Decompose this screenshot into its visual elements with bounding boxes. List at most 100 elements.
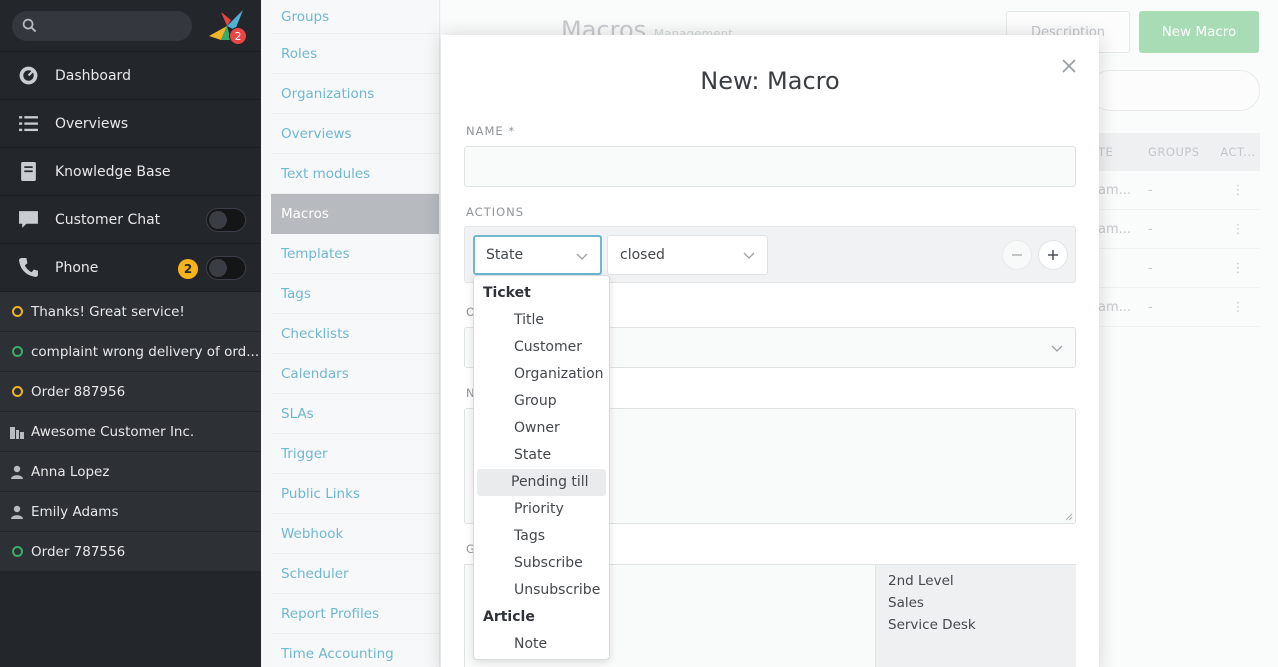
nav-item-label: Overviews [55,115,129,132]
task-item[interactable]: Order 787556 [0,532,261,572]
main-navigation: 2 Dashboard Overviews Knowledge Base Cus… [0,0,261,667]
book-icon [16,160,40,184]
phone-count-badge: 2 [178,259,198,279]
dropdown-option-group[interactable]: Group [477,388,606,415]
name-input[interactable] [464,146,1076,187]
action-value-select[interactable]: closed [607,235,768,275]
chevron-down-icon [743,252,755,259]
task-item[interactable]: Awesome Customer Inc. [0,412,261,452]
remove-action-button[interactable] [1002,240,1032,270]
phone-icon [16,256,40,280]
row-actions-icon[interactable]: ⋮ [1216,300,1260,315]
task-item[interactable]: Order 887956 [0,372,261,412]
settings-item-public-links[interactable]: Public Links [271,474,439,514]
name-label: NAME * [466,124,516,138]
settings-item-trigger[interactable]: Trigger [271,434,439,474]
settings-item-groups[interactable]: Groups [271,0,439,34]
nav-item-label: Customer Chat [55,211,161,228]
global-search-input[interactable] [12,10,192,41]
settings-item-report-profiles[interactable]: Report Profiles [271,594,439,634]
dropdown-group-ticket: Ticket [483,285,531,301]
settings-item-tags[interactable]: Tags [271,274,439,314]
settings-item-text-modules[interactable]: Text modules [271,154,439,194]
dropdown-option-state[interactable]: State [477,442,606,469]
customer-chat-toggle[interactable] [206,208,246,232]
action-attribute-select[interactable]: State [473,235,602,275]
nav-item-customer-chat[interactable]: Customer Chat [0,196,261,244]
task-label: Emily Adams [31,503,119,520]
add-action-button[interactable] [1038,240,1068,270]
row-actions-icon[interactable]: ⋮ [1216,261,1260,276]
dropdown-option-title[interactable]: Title [477,307,606,334]
list-icon [16,112,40,136]
table-row[interactable]: - ⋮ [1098,249,1260,288]
ticket-status-icon [10,305,24,319]
settings-item-templates[interactable]: Templates [271,234,439,274]
settings-item-scheduler[interactable]: Scheduler [271,554,439,594]
row-actions-icon[interactable]: ⋮ [1216,222,1260,237]
nav-item-phone[interactable]: Phone 2 [0,244,261,292]
nav-item-dashboard[interactable]: Dashboard [0,52,261,100]
settings-item-time-accounting[interactable]: Time Accounting [271,634,439,667]
settings-item-slas[interactable]: SLAs [271,394,439,434]
settings-item-calendars[interactable]: Calendars [271,354,439,394]
resize-handle-icon[interactable] [1065,513,1073,521]
phone-toggle[interactable] [206,256,246,280]
settings-item-checklists[interactable]: Checklists [271,314,439,354]
task-item[interactable]: Emily Adams [0,492,261,532]
task-label: Order 787556 [31,543,126,560]
dropdown-option-priority[interactable]: Priority [477,496,606,523]
task-item[interactable]: Thanks! Great service! [0,292,261,332]
dropdown-option-unsubscribe[interactable]: Unsubscribe [477,577,606,604]
nav-item-knowledge-base[interactable]: Knowledge Base [0,148,261,196]
nav-item-label: Dashboard [55,67,131,84]
selected-groups-list: 2nd Level Sales Service Desk [875,565,1076,667]
nav-item-label: Knowledge Base [55,163,171,180]
row-actions-icon[interactable]: ⋮ [1216,183,1260,198]
task-item[interactable]: Anna Lopez [0,452,261,492]
macro-search-input[interactable] [1090,70,1260,111]
settings-item-organizations[interactable]: Organizations [271,74,439,114]
new-macro-button[interactable]: New Macro [1139,11,1259,53]
modal-title: New: Macro [700,67,840,95]
table-row[interactable]: am... - ⋮ [1098,210,1260,249]
macros-table: TE GROUPS ACT... am... - ⋮ am... - ⋮ - ⋮… [1098,133,1260,327]
user-icon [10,505,24,519]
task-item[interactable]: complaint wrong delivery of ord... [0,332,261,372]
dropdown-option-organization[interactable]: Organization [477,361,606,388]
selected-group-item[interactable]: Sales [888,595,1076,617]
task-label: Thanks! Great service! [31,303,185,320]
table-row[interactable]: am... - ⋮ [1098,171,1260,210]
search-icon [22,18,37,33]
dropdown-option-note[interactable]: Note [477,631,606,658]
close-icon[interactable] [1060,57,1078,75]
table-header: TE GROUPS ACT... [1098,133,1260,171]
ticket-status-icon [10,385,24,399]
dropdown-option-pending-till[interactable]: Pending till [477,469,606,496]
ticket-status-icon [10,545,24,559]
chat-icon [16,208,40,232]
task-label: Anna Lopez [31,463,110,480]
task-label: complaint wrong delivery of ord... [31,343,260,360]
dropdown-option-tags[interactable]: Tags [477,523,606,550]
task-label: Order 887956 [31,383,126,400]
chevron-down-icon [576,253,588,260]
table-row[interactable]: am... - ⋮ [1098,288,1260,327]
nav-item-label: Phone [55,259,99,276]
dropdown-option-customer[interactable]: Customer [477,334,606,361]
settings-item-roles[interactable]: Roles [271,34,439,74]
dropdown-option-owner[interactable]: Owner [477,415,606,442]
chevron-down-icon [1051,345,1063,352]
ticket-status-icon [10,345,24,359]
selected-group-item[interactable]: 2nd Level [888,573,1076,595]
settings-item-macros[interactable]: Macros [271,194,439,234]
notification-badge: 2 [229,27,247,45]
dropdown-option-subscribe[interactable]: Subscribe [477,550,606,577]
user-icon [10,465,24,479]
task-label: Awesome Customer Inc. [31,423,195,440]
dashboard-icon [16,64,40,88]
settings-item-overviews[interactable]: Overviews [271,114,439,154]
selected-group-item[interactable]: Service Desk [888,617,1076,639]
settings-item-webhook[interactable]: Webhook [271,514,439,554]
nav-item-overviews[interactable]: Overviews [0,100,261,148]
